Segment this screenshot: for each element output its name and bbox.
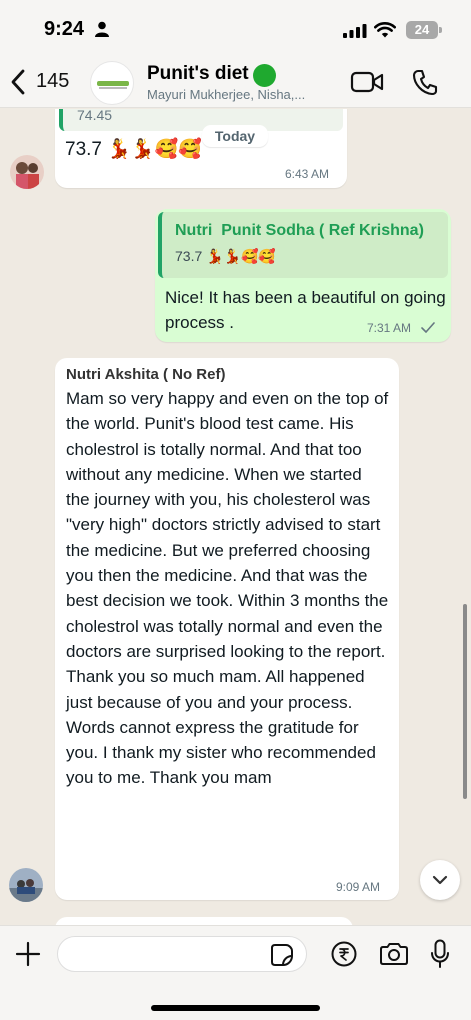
quoted-message[interactable]: 74.45 — [59, 109, 343, 131]
logo-underline — [99, 87, 127, 89]
chat-header: 145 Punit's diet Mayuri Mukherjee, Nisha… — [0, 56, 471, 108]
battery-indicator: 24 — [406, 21, 438, 39]
message-time: 9:09 AM — [336, 880, 381, 894]
group-name[interactable]: Punit's diet — [147, 63, 249, 85]
message-sender: Nutri Akshita ( No Ref) — [66, 366, 226, 383]
person-icon — [95, 21, 109, 37]
green-circle-emoji — [253, 64, 276, 87]
microphone-icon[interactable] — [430, 939, 450, 969]
back-button[interactable]: 145 — [8, 64, 88, 100]
battery-tip — [439, 27, 442, 33]
rupee-icon[interactable] — [331, 941, 357, 967]
chevron-down-icon — [432, 875, 448, 885]
message-bubble[interactable]: 74.45 73.7 💃💃🥰🥰 6:43 AM — [55, 109, 347, 188]
avatar-photo-icon — [9, 868, 43, 902]
sender-avatar[interactable] — [9, 868, 43, 902]
chat-area[interactable]: 74.45 73.7 💃💃🥰🥰 6:43 AM Today Nutri Puni… — [0, 109, 471, 925]
sender-avatar[interactable] — [10, 155, 44, 189]
scrollbar[interactable] — [463, 604, 467, 799]
scroll-to-bottom-button[interactable] — [420, 860, 460, 900]
plus-icon[interactable] — [15, 941, 41, 967]
message-bubble-outgoing[interactable]: Nutri Punit Sodha ( Ref Krishna) 73.7 💃💃… — [155, 209, 451, 342]
wifi-icon — [374, 22, 396, 38]
status-bar: 9:24 24 — [0, 0, 471, 56]
date-divider: Today — [202, 125, 268, 147]
message-bubble-partial[interactable] — [55, 917, 353, 925]
group-members[interactable]: Mayuri Mukherjee, Nisha,... — [147, 87, 337, 102]
quoted-text: 74.45 — [77, 109, 113, 123]
message-bubble[interactable]: Nutri Akshita ( No Ref) Mam so very happ… — [55, 358, 399, 900]
compose-bar — [0, 925, 471, 1020]
unread-count: 145 — [36, 70, 70, 92]
home-indicator[interactable] — [151, 1005, 320, 1011]
quoted-message[interactable]: Nutri Punit Sodha ( Ref Krishna) 73.7 💃💃… — [158, 212, 448, 278]
phone-icon[interactable] — [412, 68, 438, 96]
chevron-left-icon — [11, 69, 25, 95]
single-check-icon — [421, 322, 435, 333]
cellular-signal-icon — [343, 24, 367, 38]
sticker-icon[interactable] — [270, 943, 294, 967]
camera-icon[interactable] — [379, 942, 409, 966]
group-avatar[interactable] — [90, 61, 134, 105]
message-text: Mam so very happy and even on the top of… — [66, 389, 389, 788]
quoted-text: 73.7 💃💃🥰🥰 — [175, 248, 276, 264]
video-camera-icon[interactable] — [350, 70, 384, 94]
status-time: 9:24 — [44, 18, 85, 40]
message-time: 7:31 AM — [367, 321, 412, 335]
logo-mark — [97, 81, 129, 86]
message-time: 6:43 AM — [285, 167, 330, 181]
avatar-photo-icon — [10, 155, 44, 189]
message-text: 73.7 💃💃🥰🥰 — [65, 139, 202, 160]
quoted-sender: Nutri Punit Sodha ( Ref Krishna) — [175, 222, 424, 239]
